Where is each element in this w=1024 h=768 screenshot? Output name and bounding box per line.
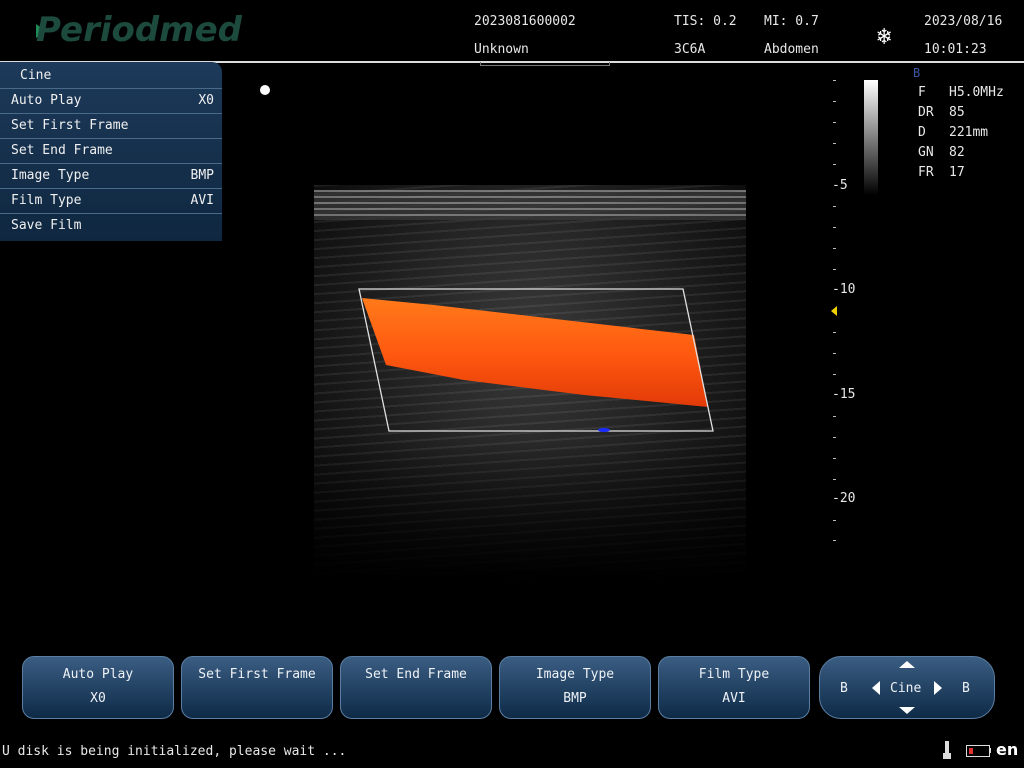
depth-tick — [833, 122, 836, 123]
snowflake-icon: ❄ — [877, 22, 892, 50]
param-value: 17 — [949, 165, 965, 180]
param-value: 82 — [949, 145, 965, 160]
softkey-value: X0 — [90, 691, 106, 706]
menu-item-value: BMP — [190, 168, 214, 183]
depth-label: -5 — [832, 178, 848, 193]
depth-tick — [833, 227, 836, 228]
probe-name: 3C6A — [674, 42, 706, 57]
softkey-auto-play[interactable]: Auto Play X0 — [22, 656, 174, 719]
depth-tick — [833, 332, 836, 333]
menu-item-value: X0 — [198, 93, 214, 108]
arrow-up-icon[interactable] — [899, 661, 915, 668]
depth-tick — [833, 101, 836, 102]
softkey-value: AVI — [722, 691, 746, 706]
blood-flow-region — [362, 298, 708, 407]
battery-icon — [966, 745, 990, 757]
date: 2023/08/16 — [924, 14, 1003, 29]
depth-tick — [833, 437, 836, 438]
param-value: H5.0MHz — [949, 85, 1004, 100]
param-key: DR — [918, 105, 934, 120]
depth-tick — [833, 540, 836, 541]
depth-tick — [833, 353, 836, 354]
color-doppler-overlay — [358, 288, 714, 432]
patient-name: Unknown — [474, 42, 529, 57]
menu-item-value: AVI — [190, 193, 214, 208]
cine-navigation-control[interactable]: B Cine B — [819, 656, 995, 719]
reverse-flow-spot — [598, 428, 610, 432]
battery-level — [969, 748, 973, 754]
focus-marker-icon — [831, 306, 837, 316]
softkey-label: Image Type — [535, 667, 615, 682]
orientation-marker — [260, 85, 270, 95]
menu-item-auto-play[interactable]: Auto Play X0 — [0, 88, 222, 112]
patient-id: 2023081600002 — [474, 14, 576, 29]
menu-item-set-first-frame[interactable]: Set First Frame — [0, 113, 222, 137]
mi-value: MI: 0.7 — [764, 14, 819, 29]
depth-label: -15 — [832, 387, 856, 402]
depth-tick — [833, 269, 836, 270]
depth-tick — [833, 520, 836, 521]
depth-tick — [833, 164, 836, 165]
param-value: 221mm — [949, 125, 989, 140]
cine-nav-center-label: Cine — [890, 681, 922, 696]
depth-tick — [833, 374, 836, 375]
depth-tick — [833, 80, 836, 81]
param-key: FR — [918, 165, 934, 180]
menu-item-label: Save Film — [11, 218, 82, 233]
depth-label: -20 — [832, 491, 856, 506]
softkey-label: Set First Frame — [198, 667, 316, 682]
depth-tick — [833, 248, 836, 249]
grayscale-bar — [864, 80, 878, 195]
depth-tick — [833, 143, 836, 144]
menu-item-label: Image Type — [11, 168, 90, 183]
time: 10:01:23 — [924, 42, 987, 57]
softkey-set-end-frame[interactable]: Set End Frame — [340, 656, 492, 719]
language-indicator: en — [996, 740, 1019, 759]
exam-type: Abdomen — [764, 42, 819, 57]
status-message: U disk is being initialized, please wait… — [2, 744, 347, 759]
depth-label: -10 — [832, 282, 856, 297]
arrow-left-icon[interactable] — [872, 681, 880, 695]
param-key: GN — [918, 145, 934, 160]
menu-item-label: Set First Frame — [11, 118, 129, 133]
menu-item-image-type[interactable]: Image Type BMP — [0, 163, 222, 187]
softkey-label: Auto Play — [62, 667, 134, 682]
usb-icon — [943, 741, 951, 759]
softkey-label: Film Type — [698, 667, 770, 682]
menu-item-label: Auto Play — [11, 93, 82, 108]
depth-tick — [833, 416, 836, 417]
softkey-film-type[interactable]: Film Type AVI — [658, 656, 810, 719]
param-value: 85 — [949, 105, 965, 120]
softkey-value: BMP — [563, 691, 587, 706]
menu-item-label: Film Type — [11, 193, 82, 208]
mode-label: B — [913, 66, 921, 80]
menu-item-set-end-frame[interactable]: Set End Frame — [0, 138, 222, 162]
arrow-right-icon[interactable] — [934, 681, 942, 695]
menu-tab-indicator — [480, 62, 610, 66]
battery-tip — [989, 748, 991, 753]
menu-item-film-type[interactable]: Film Type AVI — [0, 188, 222, 212]
param-key: D — [918, 125, 926, 140]
brand-logo: Periodmed — [36, 10, 243, 50]
image-depth-fade — [314, 440, 746, 580]
depth-tick — [833, 479, 836, 480]
softkey-label: Set End Frame — [365, 667, 467, 682]
menu-item-save-film[interactable]: Save Film — [0, 213, 222, 237]
param-key: F — [918, 85, 926, 100]
depth-tick — [833, 206, 836, 207]
softkey-set-first-frame[interactable]: Set First Frame — [181, 656, 333, 719]
cine-menu-panel: Cine Auto Play X0 Set First Frame Set En… — [0, 62, 222, 241]
cine-nav-right-label: B — [962, 681, 970, 696]
softkey-image-type[interactable]: Image Type BMP — [499, 656, 651, 719]
menu-item-label: Set End Frame — [11, 143, 113, 158]
depth-tick — [833, 458, 836, 459]
cine-nav-left-label: B — [840, 681, 848, 696]
tis-value: TIS: 0.2 — [674, 14, 737, 29]
cine-menu-title: Cine — [20, 68, 52, 83]
arrow-down-icon[interactable] — [899, 707, 915, 714]
